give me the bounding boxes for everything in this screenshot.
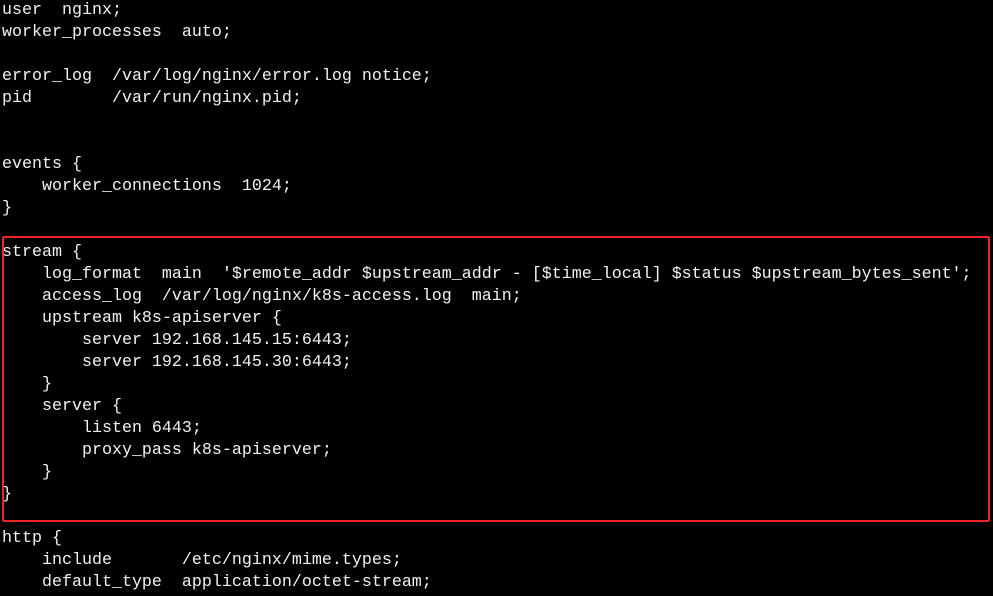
terminal-line: default_type application/octet-stream; [2, 573, 432, 592]
terminal-line: user nginx; [2, 1, 122, 20]
terminal-line: worker_processes auto; [2, 23, 232, 42]
terminal-line: worker_connections 1024; [2, 177, 292, 196]
terminal-line: error_log /var/log/nginx/error.log notic… [2, 67, 432, 86]
terminal-line: } [2, 199, 12, 218]
terminal-line: http { [2, 529, 62, 548]
highlight-box-stream-block [2, 236, 990, 522]
terminal-line: pid /var/run/nginx.pid; [2, 89, 302, 108]
terminal-line: include /etc/nginx/mime.types; [2, 551, 402, 570]
terminal-line: events { [2, 155, 82, 174]
